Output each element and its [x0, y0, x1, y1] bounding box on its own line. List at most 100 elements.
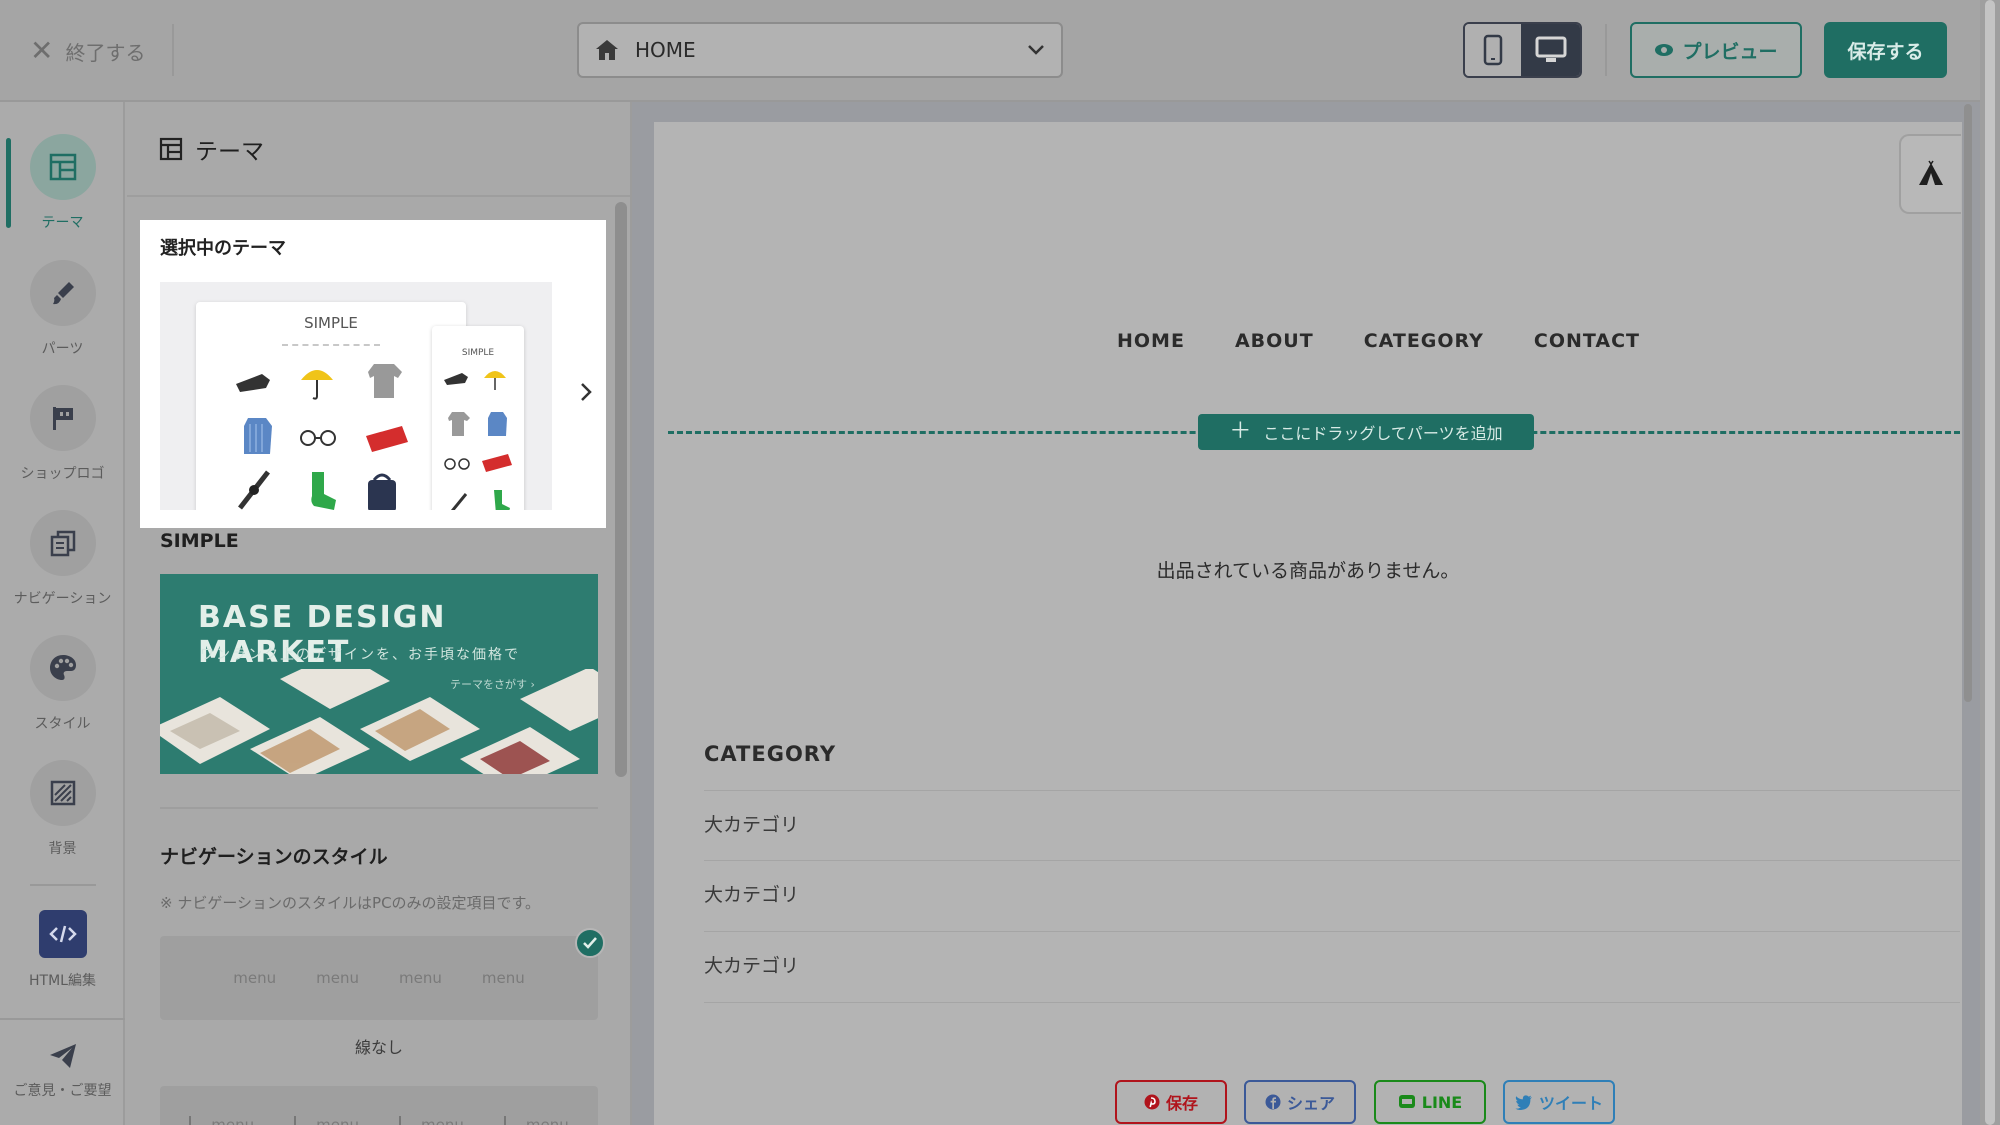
shop-icon-tab[interactable] — [1899, 134, 1961, 214]
preview-label: プレビュー — [1682, 40, 1778, 63]
nav-about[interactable]: ABOUT — [1235, 330, 1314, 352]
dropzone-label: ここにドラッグしてパーツを追加 — [1263, 424, 1503, 443]
rail-label: テーマ — [41, 215, 84, 231]
page-select[interactable]: HOME — [577, 22, 1063, 78]
shop-nav: HOME ABOUT CATEGORY CONTACT — [1117, 330, 1640, 352]
theme-panel: テーマ 選択中のテーマ SIMPLE SIMPLE SIMPLE BASE DE… — [127, 102, 632, 1125]
nav-style-option-none[interactable]: menu menu menu menu — [160, 936, 598, 1020]
rail-item-theme[interactable]: テーマ — [0, 134, 125, 232]
twitter-icon — [1515, 1094, 1532, 1110]
line-icon — [1398, 1095, 1415, 1108]
rail-item-parts[interactable]: パーツ — [0, 260, 125, 358]
nav-home[interactable]: HOME — [1117, 330, 1185, 352]
desktop-icon — [1535, 36, 1567, 62]
selected-theme-caption: 選択中のテーマ — [160, 238, 286, 259]
category-item[interactable]: 大カテゴリ — [704, 810, 799, 837]
nav-style-option-lines[interactable]: menu menu menu menu — [160, 1086, 598, 1125]
canvas-scrollbar[interactable] — [1964, 104, 1972, 702]
twitter-tweet-button[interactable]: ツイート — [1503, 1080, 1615, 1124]
window-scrollbar[interactable] — [1980, 0, 2000, 1125]
rail-label: ショップロゴ — [20, 466, 105, 482]
rail-item-navigation[interactable]: ナビゲーション — [0, 510, 125, 608]
plus-icon: ＋ — [1229, 419, 1252, 444]
theme-name: SIMPLE — [160, 530, 239, 552]
divider — [704, 790, 1960, 791]
rail-label: ご意見・ご要望 — [13, 1083, 112, 1099]
add-parts-dropzone[interactable]: ＋ ここにドラッグしてパーツを追加 — [1198, 414, 1534, 450]
theme-preview-mobile: SIMPLE — [432, 326, 524, 510]
brush-icon — [29, 260, 96, 326]
rail-item-style[interactable]: スタイル — [0, 635, 125, 733]
rail-divider — [30, 884, 96, 886]
nav-contact[interactable]: CONTACT — [1534, 330, 1640, 352]
panel-scrollbar[interactable] — [615, 202, 627, 777]
chevron-down-icon — [1028, 45, 1044, 55]
palette-icon — [29, 635, 96, 701]
line-share-button[interactable]: LINE — [1374, 1080, 1486, 1124]
chevron-right-icon[interactable] — [578, 380, 594, 404]
mobile-view-button[interactable] — [1465, 24, 1522, 76]
top-bar: ✕ 終了する HOME プレビュー 保存する — [0, 0, 2000, 102]
product-grid-image-mobile — [444, 371, 512, 510]
paper-plane-icon — [49, 1044, 76, 1068]
layout-icon — [159, 137, 183, 160]
nav-style-title: ナビゲーションのスタイル — [160, 846, 388, 868]
divider — [704, 860, 1960, 861]
facebook-share-button[interactable]: シェア — [1244, 1080, 1356, 1124]
rail-divider — [0, 1018, 125, 1020]
code-icon — [38, 910, 87, 958]
scrollbar-thumb[interactable] — [1985, 0, 1995, 1125]
save-button[interactable]: 保存する — [1824, 22, 1947, 78]
exit-label: 終了する — [65, 40, 146, 65]
eye-icon — [1655, 44, 1674, 56]
layout-icon — [29, 134, 96, 200]
pinterest-save-button[interactable]: 保存 — [1115, 1080, 1227, 1124]
rail-item-shop-logo[interactable]: ショップロゴ — [0, 385, 125, 483]
theme-thumbnail: SIMPLE SIMPLE — [160, 282, 552, 510]
line-label: LINE — [1421, 1092, 1463, 1112]
thumb-title: SIMPLE — [304, 314, 358, 332]
rail-item-background[interactable]: 背景 — [0, 760, 125, 858]
divider — [704, 1002, 1960, 1003]
exit-button[interactable]: ✕ 終了する — [30, 32, 145, 70]
preview-button[interactable]: プレビュー — [1630, 22, 1802, 78]
close-icon: ✕ — [30, 34, 54, 67]
divider — [172, 24, 174, 76]
menu-sample: menu — [233, 969, 277, 987]
menu-sample: menu — [189, 1116, 254, 1125]
rail-item-html-edit[interactable]: HTML編集 — [0, 910, 125, 990]
empty-products-message: 出品されている商品がありません。 — [1156, 560, 1460, 582]
device-toggle — [1463, 22, 1582, 78]
divider — [704, 931, 1960, 932]
divider — [160, 807, 598, 809]
category-item[interactable]: 大カテゴリ — [704, 951, 799, 978]
thumb-title-mobile: SIMPLE — [461, 348, 495, 358]
banner-link-label: テーマをさがす — [450, 678, 527, 691]
flag-icon — [29, 385, 96, 451]
menu-sample: menu — [399, 1116, 464, 1125]
selected-theme-card[interactable]: 選択中のテーマ SIMPLE SIMPLE — [140, 220, 606, 528]
menu-sample: menu — [503, 1116, 569, 1125]
home-icon — [596, 40, 618, 60]
chevron-right-icon: › — [530, 678, 535, 691]
banner-link[interactable]: テーマをさがす › — [450, 676, 535, 692]
check-icon — [575, 928, 605, 958]
design-market-banner[interactable]: BASE DESIGN MARKET ワンランク上のデザインを、お手頃な価格で … — [160, 574, 598, 774]
category-item[interactable]: 大カテゴリ — [704, 880, 799, 907]
nav-category[interactable]: CATEGORY — [1364, 330, 1484, 352]
rail-item-feedback[interactable]: ご意見・ご要望 — [0, 1042, 125, 1100]
hatch-icon — [29, 760, 96, 826]
facebook-label: シェア — [1286, 1094, 1335, 1113]
tent-icon — [1919, 160, 1943, 185]
theme-preview-pc: SIMPLE — [196, 302, 466, 510]
menu-sample: menu — [294, 1116, 359, 1125]
pinterest-icon — [1144, 1094, 1160, 1110]
page-select-value: HOME — [635, 38, 696, 62]
menu-sample: menu — [481, 969, 525, 987]
desktop-view-button[interactable] — [1521, 24, 1580, 76]
divider — [1605, 24, 1607, 76]
smartphone-icon — [1483, 34, 1503, 66]
banner-subtitle: ワンランク上のデザインを、お手頃な価格で — [200, 647, 520, 663]
panel-title: テーマ — [195, 138, 264, 165]
rail-label: 背景 — [48, 841, 77, 857]
